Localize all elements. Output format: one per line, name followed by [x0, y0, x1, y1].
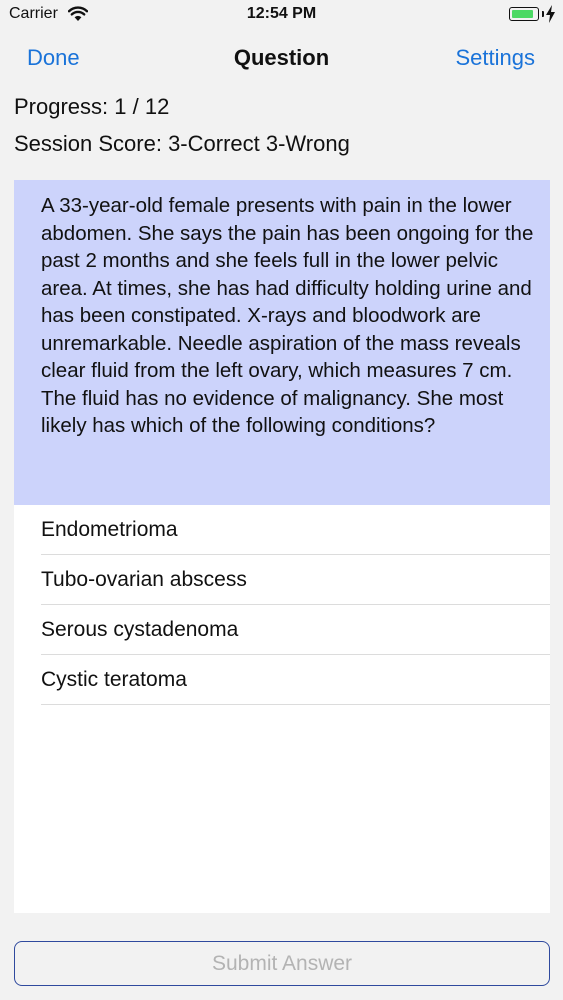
- answer-label: Endometrioma: [41, 518, 178, 541]
- done-button[interactable]: Done: [27, 45, 80, 71]
- progress-label: Progress: 1 / 12: [14, 94, 170, 119]
- navigation-bar: Done Question Settings: [0, 30, 563, 86]
- battery-tip: [542, 11, 544, 17]
- question-text: A 33-year-old female presents with pain …: [41, 194, 534, 437]
- answer-label: Cystic teratoma: [41, 668, 187, 691]
- status-bar: Carrier 12:54 PM: [0, 0, 563, 30]
- battery-icon: [509, 7, 539, 21]
- answer-option-tubo-ovarian-abscess[interactable]: Tubo-ovarian abscess: [14, 555, 550, 605]
- battery-level-fill: [512, 10, 533, 18]
- charging-bolt-icon: [546, 5, 555, 23]
- question-card: A 33-year-old female presents with pain …: [14, 180, 550, 913]
- answer-option-serous-cystadenoma[interactable]: Serous cystadenoma: [14, 605, 550, 655]
- clock: 12:54 PM: [246, 5, 317, 22]
- answer-list: Endometrioma Tubo-ovarian abscess Serous…: [14, 505, 550, 705]
- answer-label: Tubo-ovarian abscess: [41, 568, 247, 591]
- answer-label: Serous cystadenoma: [41, 618, 239, 641]
- answer-option-endometrioma[interactable]: Endometrioma: [14, 505, 550, 555]
- answer-option-cystic-teratoma[interactable]: Cystic teratoma: [14, 655, 550, 705]
- question-screen: Carrier 12:54 PM Done Question Settings …: [0, 0, 563, 1000]
- submit-answer-button[interactable]: Submit Answer: [14, 941, 550, 986]
- question-box: A 33-year-old female presents with pain …: [14, 180, 550, 505]
- session-score-label: Session Score: 3-Correct 3-Wrong: [14, 131, 350, 156]
- settings-button[interactable]: Settings: [456, 45, 536, 71]
